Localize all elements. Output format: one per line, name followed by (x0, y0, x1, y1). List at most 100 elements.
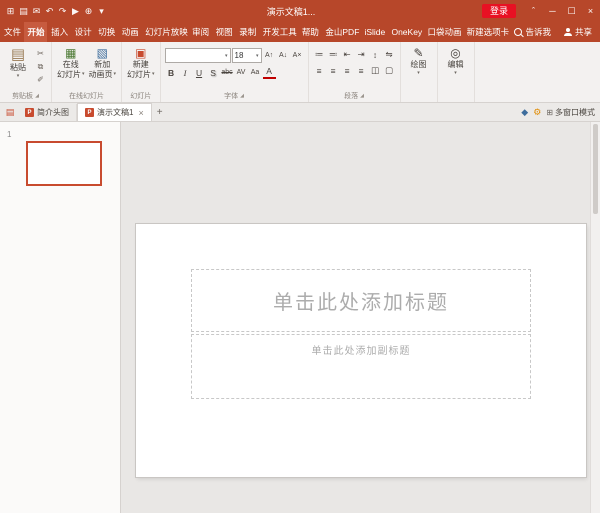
online-slides-group: ▦ 在线 幻灯片 ▾ ▧ 新加 动画页 ▾ 在线幻灯片 (52, 42, 122, 102)
ribbon-tab-insert[interactable]: 插入 (47, 22, 71, 42)
multi-window-mode-button[interactable]: ⊞ 多窗口模式 (546, 107, 595, 118)
copy-button[interactable]: ⧉ (34, 61, 47, 72)
email-icon[interactable]: ✉ (30, 0, 43, 22)
share-button[interactable]: 共享 (556, 22, 600, 42)
ribbon-tab-animations[interactable]: 动画 (118, 22, 142, 42)
ribbon-tab-slideshow[interactable]: 幻灯片放映 (141, 22, 188, 42)
align-left-icon[interactable]: ≡ (313, 64, 326, 77)
customize-quick-access-icon[interactable]: ▾ (95, 0, 108, 22)
numbering-icon[interactable]: ≕ (327, 48, 340, 61)
ribbon-tab-developer[interactable]: 开发工具 (259, 22, 298, 42)
ribbon-tab-home[interactable]: 开始 (24, 22, 48, 42)
subtitle-placeholder[interactable]: 单击此处添加副标题 (191, 334, 531, 399)
tell-me-box[interactable]: 告诉我 (509, 22, 556, 42)
dropdown-arrow-icon: ▾ (82, 71, 85, 77)
decrease-indent-icon[interactable]: ⇤ (341, 48, 354, 61)
online-slides-button[interactable]: ▦ 在线 幻灯片 ▾ (56, 45, 86, 80)
drawing-button[interactable]: ✎ 绘图 ▾ (405, 45, 433, 77)
editing-button[interactable]: ◎ 编辑 ▾ (442, 45, 470, 77)
ribbon-tab-help[interactable]: 帮助 (298, 22, 322, 42)
convert-to-smartart-icon[interactable]: ▢ (383, 64, 396, 77)
cut-button[interactable]: ✂ (34, 48, 47, 59)
new-document-tab-button[interactable]: + (152, 107, 168, 118)
justify-icon[interactable]: ≡ (355, 64, 368, 77)
strikethrough-icon[interactable]: abc (221, 66, 234, 79)
text-shadow-icon[interactable]: S (207, 66, 220, 79)
doc-tab-presentation1[interactable]: P 演示文稿1 × (77, 103, 152, 121)
clipboard-dialog-launcher-icon[interactable]: ◢ (35, 93, 39, 99)
ribbon-tab-jinshan-pdf[interactable]: 金山PDF (321, 22, 360, 42)
shrink-font-icon[interactable]: A↓ (277, 49, 290, 62)
change-case-icon[interactable]: Aa (249, 66, 262, 79)
bold-icon[interactable]: B (165, 66, 178, 79)
format-painter-button[interactable]: ✐ (34, 74, 47, 85)
touch-mode-icon[interactable]: ⊕ (82, 0, 95, 22)
grow-font-icon[interactable]: A↑ (263, 49, 276, 62)
paragraph-dialog-launcher-icon[interactable]: ◢ (360, 93, 364, 99)
slide-canvas[interactable]: 单击此处添加标题 单击此处添加副标题 (136, 224, 586, 477)
columns-icon[interactable]: ◫ (369, 64, 382, 77)
app-icon[interactable]: ⊞ (4, 0, 17, 22)
paragraph-group-label-text: 段落 (344, 91, 358, 101)
ribbon-tab-review[interactable]: 审阅 (188, 22, 212, 42)
close-tab-icon[interactable]: × (138, 108, 143, 118)
font-dialog-launcher-icon[interactable]: ◢ (240, 93, 244, 99)
search-icon (514, 28, 522, 36)
align-right-icon[interactable]: ≡ (341, 64, 354, 77)
title-placeholder[interactable]: 单击此处添加标题 (191, 269, 531, 332)
login-button[interactable]: 登录 (482, 4, 516, 18)
add-animation-page-button[interactable]: ▧ 新加 动画页 ▾ (88, 45, 118, 80)
undo-icon[interactable]: ↶ (43, 0, 56, 22)
slide-thumbnail[interactable] (26, 141, 102, 186)
doc-tab-intro-header[interactable]: P 简介头图 (18, 104, 77, 121)
new-slide-button[interactable]: ▣ 新建 幻灯片 ▾ (126, 45, 156, 80)
italic-icon[interactable]: I (179, 66, 192, 79)
ribbon-tab-view[interactable]: 视图 (212, 22, 236, 42)
slideshow-from-start-icon[interactable]: ▶ (69, 0, 82, 22)
document-tab-bar: ▤ P 简介头图 P 演示文稿1 × + ◆ ⚙ ⊞ 多窗口模式 (0, 103, 600, 122)
font-size-select[interactable]: 18 ▾ (232, 48, 262, 63)
theme-icon[interactable]: ◆ (521, 107, 528, 118)
close-button[interactable]: × (581, 0, 600, 22)
online-slides-icon: ▦ (65, 46, 76, 60)
quick-access-toolbar: ⊞ ▤ ✉ ↶ ↷ ▶ ⊕ ▾ (4, 0, 108, 22)
increase-indent-icon[interactable]: ⇥ (355, 48, 368, 61)
ribbon-display-options-icon[interactable]: ˆ (524, 0, 543, 22)
add-animation-page-label-line1: 新加 (94, 60, 110, 70)
subtitle-placeholder-text: 单击此处添加副标题 (312, 342, 411, 357)
maximize-button[interactable]: ☐ (562, 0, 581, 22)
underline-icon[interactable]: U (193, 66, 206, 79)
align-center-icon[interactable]: ≡ (327, 64, 340, 77)
character-spacing-icon[interactable]: AV (235, 66, 248, 79)
ribbon-tab-islide[interactable]: iSlide (360, 22, 387, 42)
redo-icon[interactable]: ↷ (56, 0, 69, 22)
save-icon[interactable]: ▤ (17, 0, 30, 22)
doc-tab-label: 简介头图 (37, 107, 69, 118)
font-name-select[interactable]: ▾ (165, 48, 231, 63)
vertical-scrollbar[interactable] (590, 122, 600, 513)
ribbon-tab-file[interactable]: 文件 (0, 22, 24, 42)
paste-icon: ▤ (11, 46, 25, 63)
titlebar: ⊞ ▤ ✉ ↶ ↷ ▶ ⊕ ▾ 演示文稿1... 登录 ˆ ─ ☐ × (0, 0, 600, 22)
text-direction-icon[interactable]: ⇋ (383, 48, 396, 61)
clear-formatting-icon[interactable]: A× (291, 49, 304, 62)
file-list-icon[interactable]: ▤ (2, 107, 18, 118)
ribbon-tab-onekey[interactable]: OneKey (387, 22, 423, 42)
font-color-icon[interactable]: A (263, 66, 276, 79)
person-icon (564, 28, 572, 36)
chevron-down-icon: ▾ (256, 53, 259, 59)
slide-thumbnail-panel: 1 (0, 122, 121, 513)
ribbon-tab-transitions[interactable]: 切换 (94, 22, 118, 42)
ribbon-tab-design[interactable]: 设计 (71, 22, 95, 42)
settings-gear-icon[interactable]: ⚙ (533, 107, 541, 118)
font-group: ▾ 18 ▾ A↑ A↓ A× B I U S abc AV (161, 42, 309, 102)
paste-button[interactable]: ▤ 粘贴 ▾ (4, 45, 32, 80)
line-spacing-icon[interactable]: ↕ (369, 48, 382, 61)
bullets-icon[interactable]: ≔ (313, 48, 326, 61)
ribbon-tab-pocket-animation[interactable]: 口袋动画 (424, 22, 463, 42)
scrollbar-thumb[interactable] (593, 124, 598, 214)
minimize-button[interactable]: ─ (543, 0, 562, 22)
online-slides-group-label-text: 在线幻灯片 (69, 91, 104, 101)
ribbon-tab-new-tab[interactable]: 新建选项卡 (463, 22, 510, 42)
ribbon-tab-record[interactable]: 录制 (235, 22, 259, 42)
